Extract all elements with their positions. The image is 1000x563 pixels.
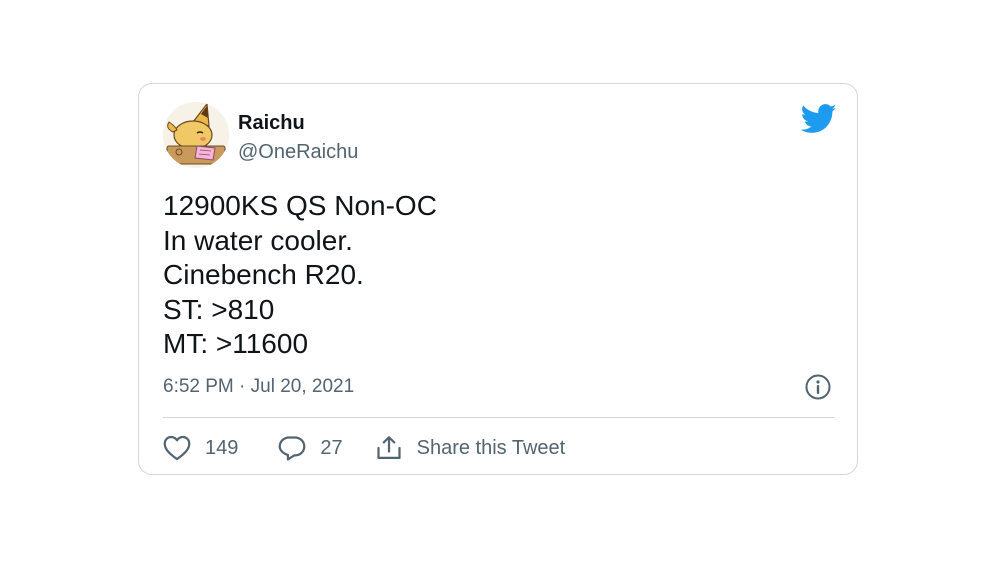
reply-bubble-icon bbox=[278, 435, 306, 461]
twitter-bird-icon[interactable] bbox=[800, 104, 837, 134]
tweet-line: ST: >810 bbox=[163, 293, 275, 325]
share-icon bbox=[375, 435, 403, 461]
tweet-actions: 149 27 Share this Tweet bbox=[163, 432, 565, 464]
avatar[interactable] bbox=[163, 102, 229, 168]
tweet-card: Raichu @OneRaichu 12900KS QS Non-OC In w… bbox=[138, 83, 858, 475]
tweet-line: 12900KS QS Non-OC bbox=[163, 190, 437, 221]
like-count: 149 bbox=[205, 436, 239, 459]
tweet-text: 12900KS QS Non-OC In water cooler. Cineb… bbox=[163, 189, 437, 362]
share-button[interactable]: Share this Tweet bbox=[375, 435, 566, 461]
raichu-avatar-image bbox=[163, 102, 229, 168]
info-icon[interactable] bbox=[805, 374, 831, 400]
tweet-line: In water cooler. bbox=[163, 224, 353, 256]
reply-button[interactable]: 27 bbox=[278, 435, 343, 461]
tweet-line: Cinebench R20. bbox=[163, 259, 364, 290]
author-handle[interactable]: @OneRaichu bbox=[238, 141, 358, 164]
like-button[interactable]: 149 bbox=[163, 435, 238, 461]
tweet-line: MT: >11600 bbox=[163, 328, 309, 359]
tweet-timestamp[interactable]: 6:52 PM · Jul 20, 2021 bbox=[163, 376, 354, 398]
author-name[interactable]: Raichu bbox=[238, 112, 305, 135]
reply-count: 27 bbox=[320, 436, 343, 459]
share-label: Share this Tweet bbox=[416, 436, 566, 459]
heart-icon bbox=[163, 435, 191, 461]
divider bbox=[163, 417, 835, 418]
